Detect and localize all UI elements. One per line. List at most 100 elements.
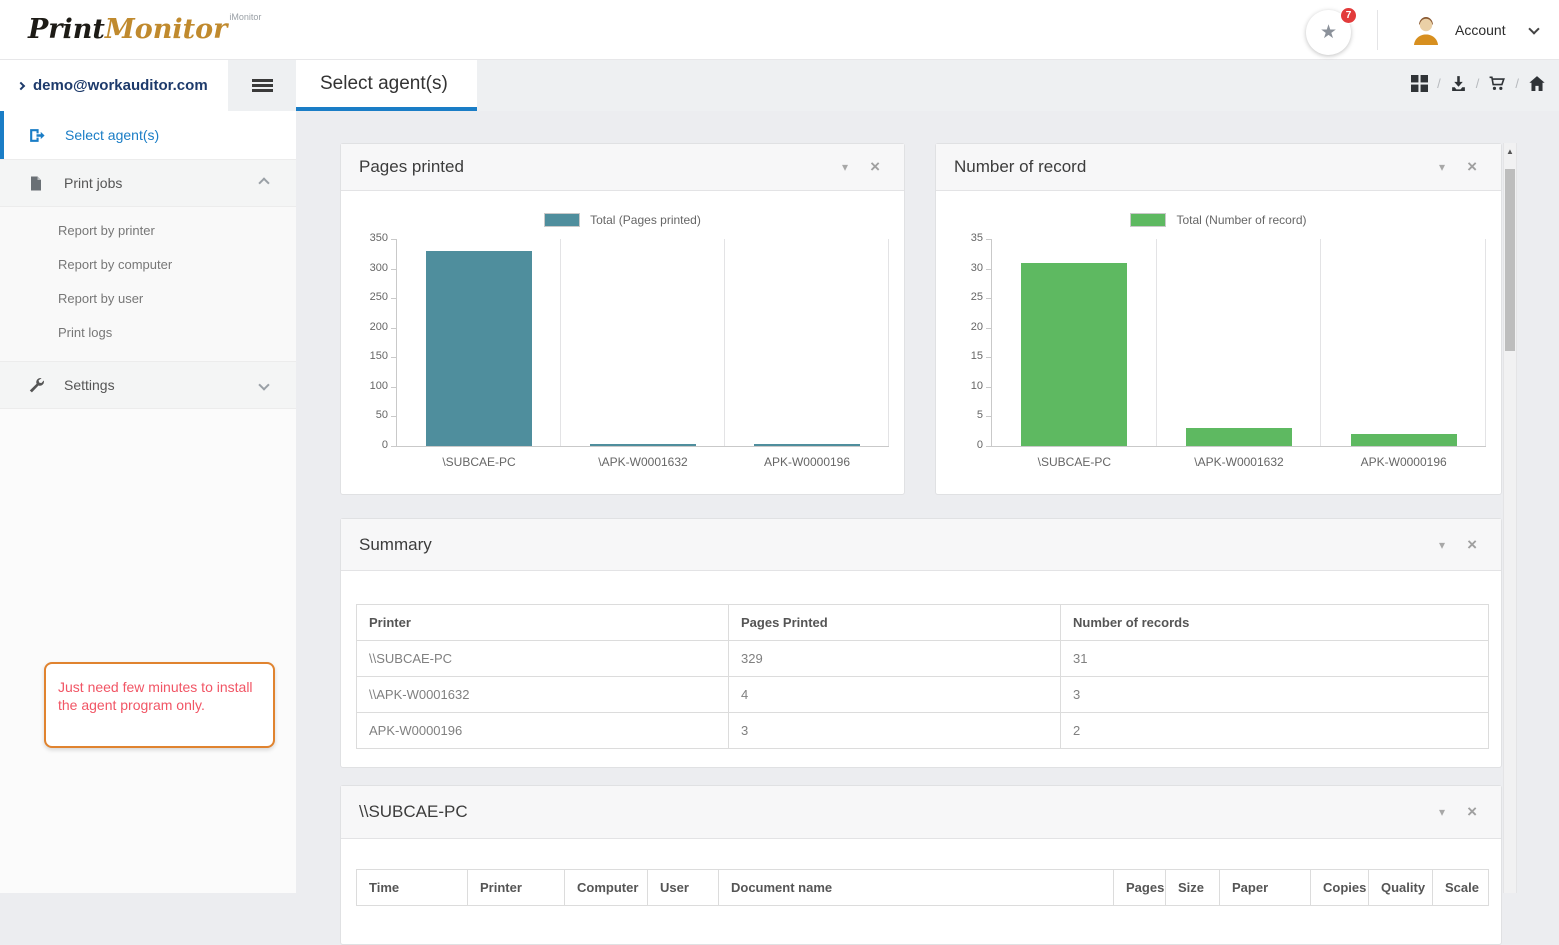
close-icon[interactable]: ×: [870, 157, 880, 177]
column-header: Printer: [468, 870, 565, 906]
bar-\SUBCAE-PC[interactable]: [426, 251, 532, 446]
gridline: [1320, 239, 1321, 446]
toolbar-separator: /: [1437, 76, 1441, 91]
sidebar-item-print-logs[interactable]: Print logs: [0, 315, 296, 349]
logo-print: Print: [28, 14, 105, 45]
column-header: Paper: [1220, 870, 1311, 906]
logout-icon: [28, 127, 45, 144]
collapse-icon[interactable]: ▾: [1439, 538, 1445, 552]
account-chevron-down-icon[interactable]: [1528, 23, 1539, 34]
vertical-scrollbar[interactable]: ▲: [1503, 143, 1517, 893]
y-tick-mark: [391, 357, 396, 358]
cell-printer: APK-W0000196: [357, 713, 729, 749]
user-avatar-icon[interactable]: [1408, 12, 1444, 48]
print-jobs-submenu: Report by printer Report by computer Rep…: [0, 207, 296, 361]
bar-\APK-W0001632[interactable]: [1186, 428, 1292, 446]
summary-table: Printer Pages Printed Number of records …: [356, 604, 1489, 749]
sidebar-item-label: Select agent(s): [65, 127, 159, 143]
y-tick-label: 0: [341, 439, 388, 451]
chart-legend: Total (Number of record): [936, 213, 1501, 227]
collapse-icon[interactable]: ▾: [1439, 160, 1445, 174]
y-tick-mark: [986, 416, 991, 417]
y-tick-label: 350: [341, 232, 388, 244]
download-icon[interactable]: [1450, 75, 1467, 92]
close-icon[interactable]: ×: [1467, 535, 1477, 555]
panel-summary: Summary ▾ × Printer Pages Printed Number…: [340, 518, 1502, 768]
column-header: Time: [357, 870, 468, 906]
y-tick-label: 50: [341, 409, 388, 421]
close-icon[interactable]: ×: [1467, 157, 1477, 177]
bar-APK-W0000196[interactable]: [754, 444, 860, 446]
cell-pages: 3: [729, 713, 1061, 749]
favorites-button[interactable]: ★ 7: [1306, 10, 1351, 55]
cell-records: 31: [1061, 641, 1489, 677]
sidebar-account-header[interactable]: demo@workauditor.com: [0, 60, 228, 111]
x-category-label: \APK-W0001632: [561, 455, 725, 469]
column-header: Pages Printed: [729, 605, 1061, 641]
collapse-icon[interactable]: ▾: [1439, 805, 1445, 819]
column-header: Computer: [565, 870, 648, 906]
x-category-label: \APK-W0001632: [1157, 455, 1322, 469]
y-tick-label: 30: [936, 262, 983, 274]
bar-\APK-W0001632[interactable]: [590, 444, 696, 446]
y-tick-mark: [986, 298, 991, 299]
column-header: Number of records: [1061, 605, 1489, 641]
logo-monitor: Monitor: [105, 14, 228, 45]
column-header: Size: [1166, 870, 1220, 906]
chart-legend: Total (Pages printed): [341, 213, 904, 227]
header-divider: [1377, 10, 1378, 50]
sidebar-item-settings[interactable]: Settings: [0, 361, 296, 409]
column-header: User: [648, 870, 719, 906]
x-category-label: APK-W0000196: [1321, 455, 1486, 469]
account-menu[interactable]: Account: [1455, 22, 1506, 38]
y-tick-mark: [986, 357, 991, 358]
home-icon[interactable]: [1528, 75, 1546, 92]
bar-APK-W0000196[interactable]: [1351, 434, 1457, 446]
y-tick-mark: [986, 239, 991, 240]
chevron-up-icon: [258, 177, 269, 188]
chart-body: Total (Number of record) \SUBCAE-PC\APK-…: [936, 191, 1501, 495]
y-tick-mark: [391, 387, 396, 388]
close-icon[interactable]: ×: [1467, 802, 1477, 822]
app-logo[interactable]: PrintMonitoriMonitor: [28, 12, 261, 45]
scroll-up-icon[interactable]: ▲: [1504, 147, 1516, 156]
sidebar-item-print-jobs[interactable]: Print jobs: [0, 159, 296, 207]
panel-pages-printed: Pages printed ▾ × Total (Pages printed) …: [340, 143, 905, 495]
x-category-label: APK-W0000196: [725, 455, 889, 469]
toolbar-separator: /: [1515, 76, 1519, 91]
cell-records: 2: [1061, 713, 1489, 749]
sidebar-item-report-by-computer[interactable]: Report by computer: [0, 247, 296, 281]
bar-\SUBCAE-PC[interactable]: [1021, 263, 1127, 446]
tab-select-agents[interactable]: Select agent(s): [296, 60, 477, 111]
panel-header: \\SUBCAE-PC ▾ ×: [341, 786, 1501, 839]
apps-grid-icon[interactable]: [1411, 75, 1428, 92]
app-header: PrintMonitoriMonitor ★ 7 Account: [0, 0, 1559, 60]
tabstrip: Select agent(s) / / /: [296, 60, 1559, 111]
panel-title: Number of record: [954, 157, 1086, 177]
chart-body: Total (Pages printed) \SUBCAE-PC\APK-W00…: [341, 191, 904, 495]
table-header-row: Printer Pages Printed Number of records: [357, 605, 1489, 641]
y-tick-label: 250: [341, 291, 388, 303]
cart-icon[interactable]: [1488, 75, 1506, 92]
print-log-table: TimePrinterComputerUserDocument namePage…: [356, 869, 1489, 906]
legend-swatch: [1130, 213, 1166, 227]
sidebar-item-select-agents[interactable]: Select agent(s): [0, 111, 296, 159]
notification-badge: 7: [1340, 7, 1357, 24]
y-tick-mark: [391, 239, 396, 240]
x-category-label: \SUBCAE-PC: [992, 455, 1157, 469]
panel-title: \\SUBCAE-PC: [359, 802, 468, 822]
y-tick-label: 35: [936, 232, 983, 244]
sidebar-item-report-by-user[interactable]: Report by user: [0, 281, 296, 315]
y-tick-mark: [391, 446, 396, 447]
y-tick-mark: [391, 269, 396, 270]
scrollbar-thumb[interactable]: [1505, 169, 1515, 351]
sidebar-item-report-by-printer[interactable]: Report by printer: [0, 213, 296, 247]
gridline: [560, 239, 561, 446]
y-tick-label: 200: [341, 321, 388, 333]
y-tick-label: 5: [936, 409, 983, 421]
column-header: Copies: [1311, 870, 1369, 906]
table-header-row: TimePrinterComputerUserDocument namePage…: [357, 870, 1489, 906]
collapse-icon[interactable]: ▾: [842, 160, 848, 174]
y-tick-label: 25: [936, 291, 983, 303]
sidebar-toggle-button[interactable]: [228, 60, 296, 111]
